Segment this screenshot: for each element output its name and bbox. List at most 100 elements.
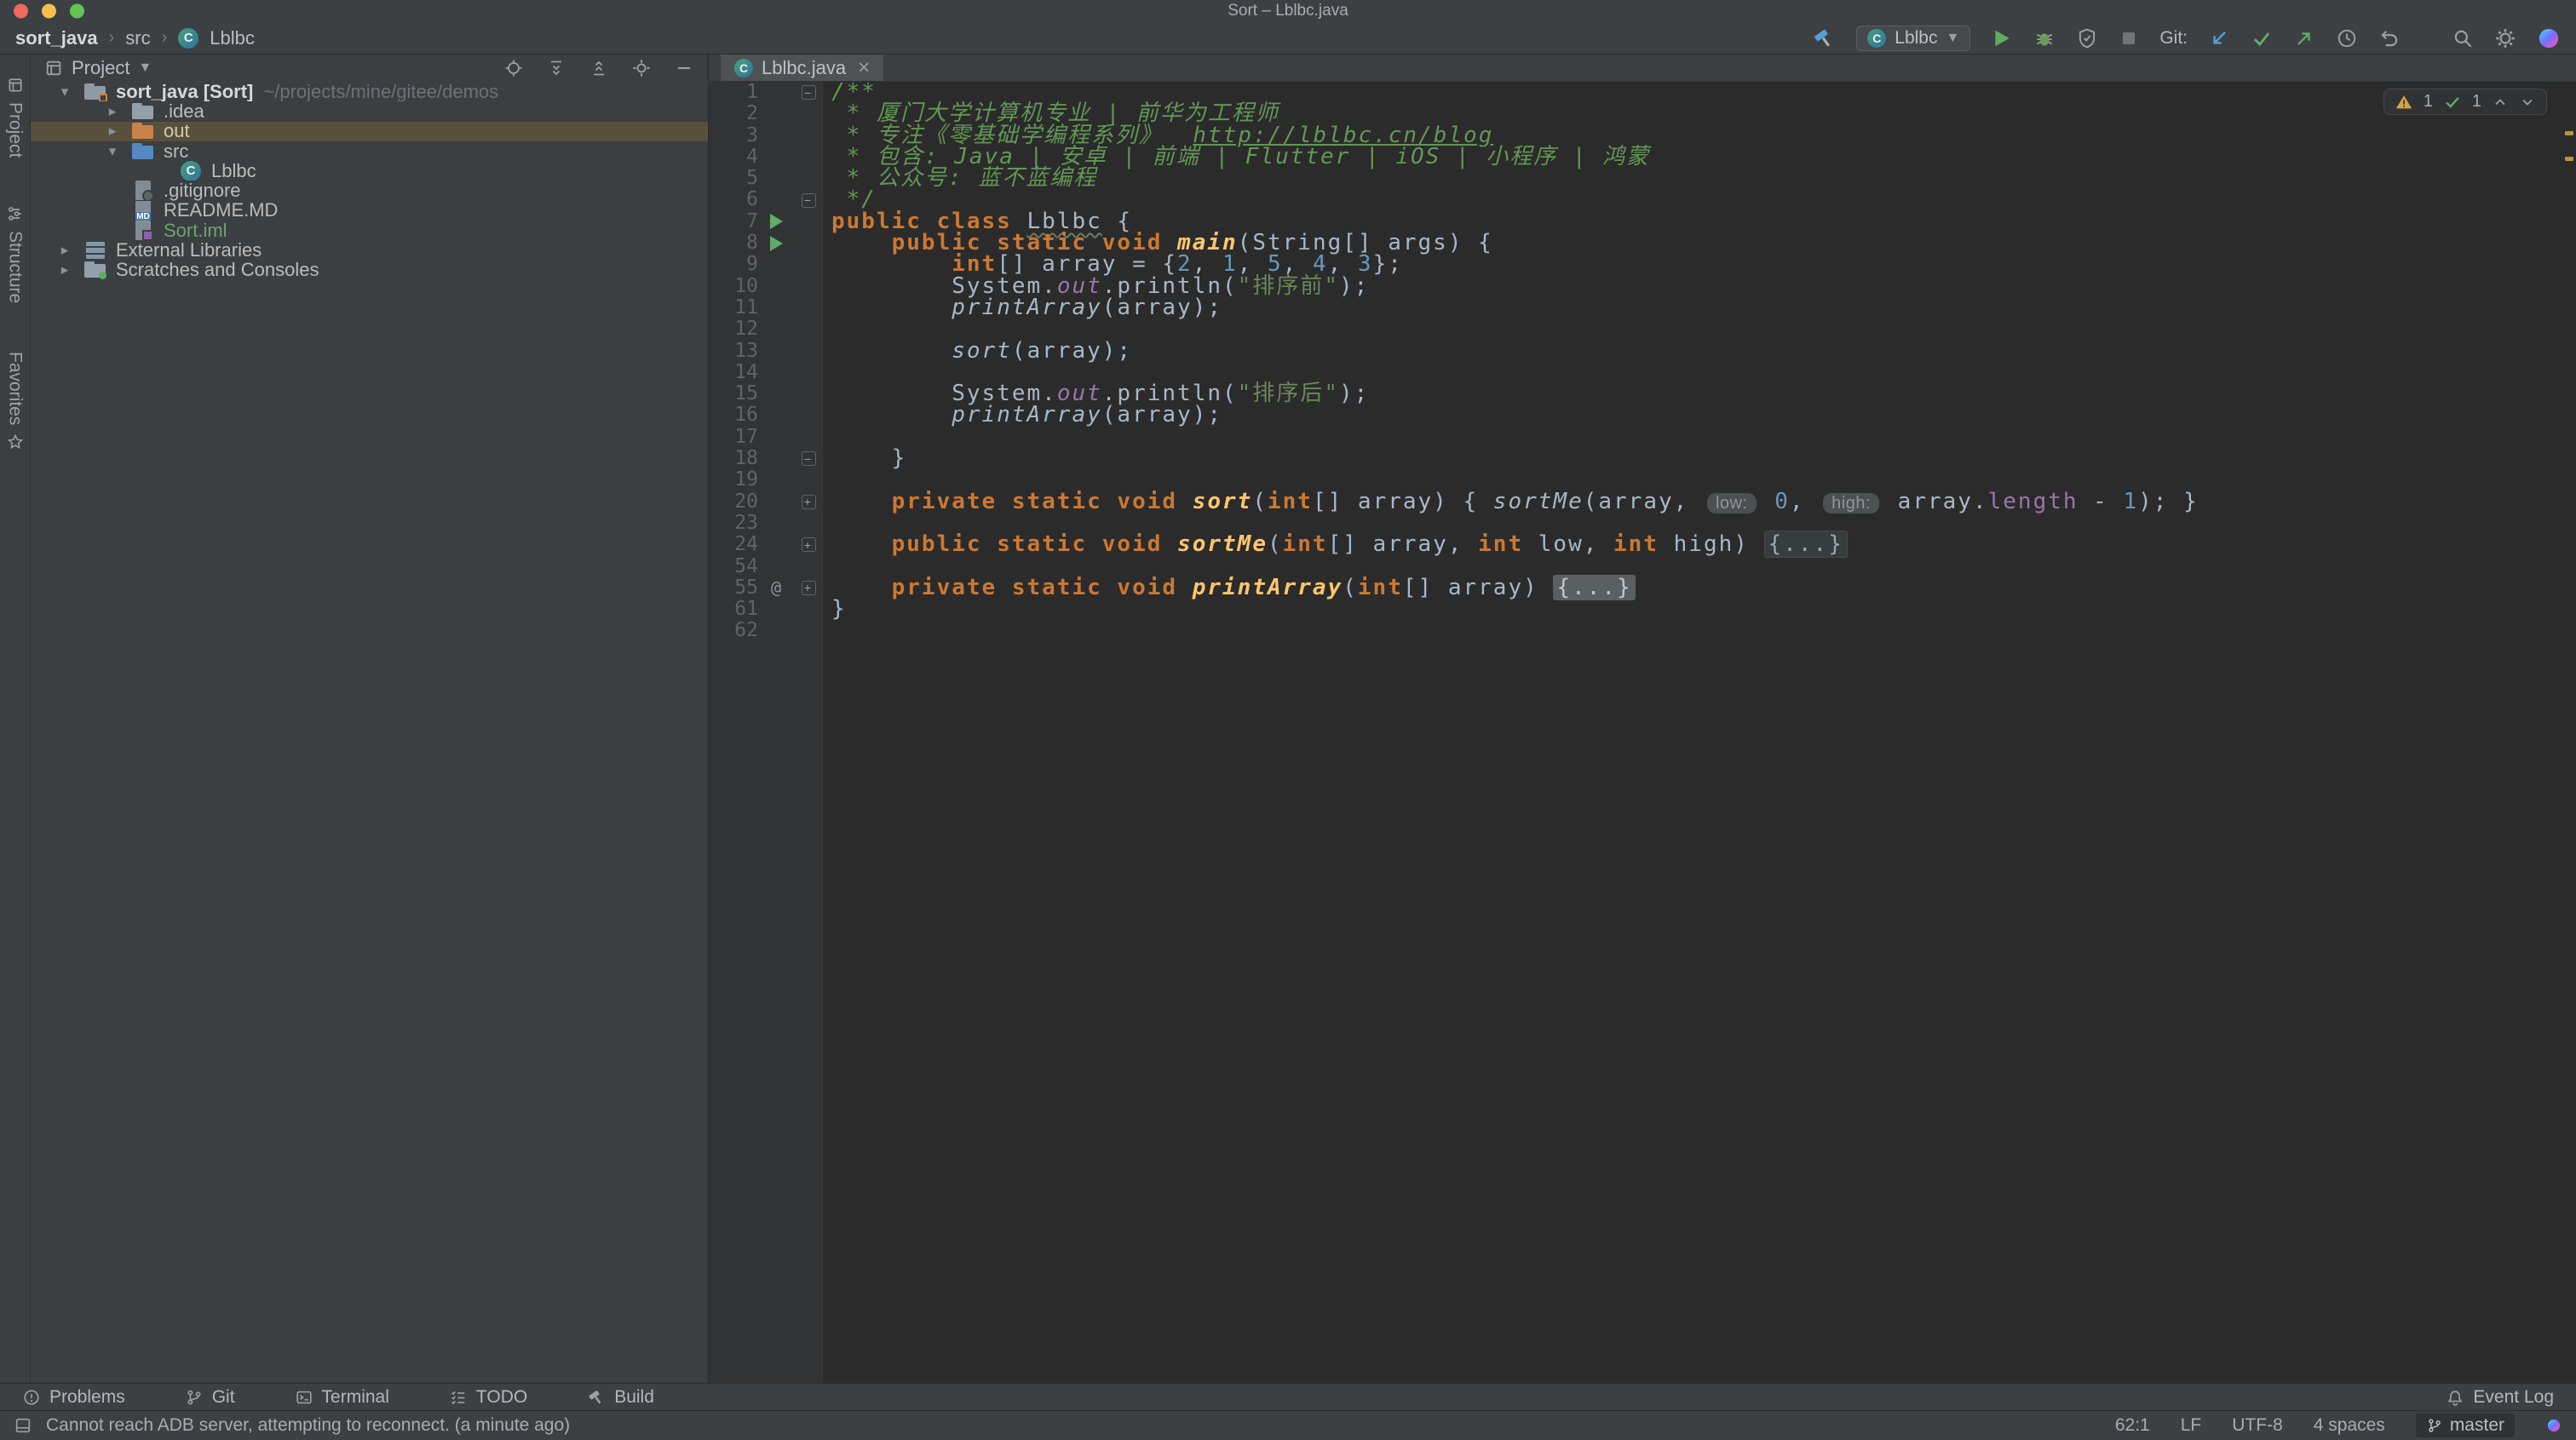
expand-all-icon[interactable] — [546, 58, 566, 78]
editor-tab-lblbc-java[interactable]: Lblbc.java × — [721, 55, 883, 81]
editor[interactable]: 1−/**2 * 厦门大学计算机专业 | 前华为工程师3 * 专注《零基础学编程… — [709, 82, 2576, 1383]
code-line-62[interactable]: 62 — [709, 620, 2576, 641]
fold-expand-icon[interactable]: + — [802, 581, 816, 595]
tree-item-readme-md[interactable]: README.MD — [31, 201, 708, 221]
git-branch-widget[interactable]: master — [2416, 1414, 2515, 1437]
tool-window-button-todo[interactable]: TODO — [449, 1387, 527, 1408]
error-stripe[interactable] — [2562, 82, 2576, 1383]
collapse-all-icon[interactable] — [589, 58, 609, 78]
tree-chevron-icon[interactable]: ▾ — [95, 143, 129, 160]
code-line-16[interactable]: 16 printArray(array); — [709, 404, 2576, 426]
vcs-push-icon[interactable] — [2293, 27, 2315, 49]
tree-chevron-icon[interactable]: ▸ — [95, 103, 129, 120]
git-branch-icon — [185, 1388, 204, 1407]
tree-chevron-icon[interactable]: ▸ — [48, 242, 82, 259]
run-line-icon[interactable] — [758, 211, 794, 232]
fold-marker-area — [794, 427, 823, 448]
inspections-widget[interactable]: 1 1 — [2383, 89, 2547, 115]
close-tab-icon[interactable]: × — [858, 58, 870, 78]
status-message[interactable]: Cannot reach ADB server, attempting to r… — [46, 1415, 570, 1436]
previous-problem-icon[interactable] — [2492, 94, 2509, 111]
tree-item-scratches-and-consoles[interactable]: ▸Scratches and Consoles — [31, 261, 708, 280]
settings-icon[interactable] — [2494, 27, 2516, 49]
run-line-icon[interactable] — [758, 232, 794, 254]
code-line-18[interactable]: 18− } — [709, 448, 2576, 469]
status-panel-icon[interactable] — [14, 1416, 32, 1435]
code-line-13[interactable]: 13 sort(array); — [709, 341, 2576, 362]
tree-chevron-icon[interactable]: ▾ — [48, 83, 82, 100]
code-line-24[interactable]: 24+ public static void sortMe(int[] arra… — [709, 534, 2576, 555]
tool-window-button-build[interactable]: Build — [587, 1387, 654, 1408]
coverage-icon[interactable] — [2076, 27, 2098, 49]
code-token: ( — [1343, 575, 1358, 600]
line-ending[interactable]: LF — [2181, 1415, 2202, 1436]
tree-item-out[interactable]: ▸out — [31, 122, 708, 141]
code-line-11[interactable]: 11 printArray(array); — [709, 297, 2576, 318]
tool-window-button-structure[interactable]: Structure — [5, 205, 26, 303]
vcs-update-icon[interactable] — [2208, 27, 2230, 49]
code-line-61[interactable]: 61} — [709, 599, 2576, 620]
line-number: 7 — [709, 211, 758, 232]
code-token: length — [1988, 489, 2079, 514]
warning-stripe-mark[interactable] — [2565, 157, 2573, 161]
vcs-commit-icon[interactable] — [2251, 27, 2273, 49]
passed-count: 1 — [2472, 92, 2481, 112]
code-line-17[interactable]: 17 — [709, 427, 2576, 448]
profile-icon[interactable] — [2537, 26, 2561, 50]
panel-settings-icon[interactable] — [631, 58, 652, 78]
fold-collapse-icon[interactable]: − — [802, 193, 816, 208]
tool-window-button-favorites[interactable]: Favorites — [5, 352, 26, 450]
chevron-down-icon[interactable]: ▼ — [138, 60, 152, 76]
debug-icon[interactable] — [2033, 27, 2056, 49]
gutter-annotation — [758, 491, 794, 513]
minimize-window-button[interactable] — [42, 4, 56, 19]
file-encoding[interactable]: UTF-8 — [2232, 1415, 2283, 1436]
run-configuration-select[interactable]: Lblbc ▼ — [1856, 26, 1970, 51]
hide-panel-icon[interactable] — [674, 58, 694, 78]
fold-collapse-icon[interactable]: − — [802, 451, 816, 466]
tree-item-gitignore[interactable]: .gitignore — [31, 181, 708, 200]
tree-chevron-icon[interactable]: ▸ — [95, 123, 129, 140]
locate-file-icon[interactable] — [503, 58, 524, 78]
tool-window-button-git[interactable]: Git — [185, 1387, 235, 1408]
fold-collapse-icon[interactable]: − — [802, 85, 816, 100]
breadcrumb-src[interactable]: src — [125, 27, 150, 49]
tool-window-button-project[interactable]: Project — [5, 77, 26, 158]
tree-item-src[interactable]: ▾src — [31, 141, 708, 161]
tool-window-button-terminal[interactable]: Terminal — [295, 1387, 389, 1408]
code-line-5[interactable]: 5 * 公众号: 蓝不蓝编程 — [709, 168, 2576, 189]
gutter-annotation — [758, 534, 794, 555]
tool-window-button-problems[interactable]: Problems — [22, 1387, 125, 1408]
tool-window-button-event-log[interactable]: Event Log — [2446, 1387, 2554, 1408]
tree-item-external-libraries[interactable]: ▸External Libraries — [31, 240, 708, 260]
warning-stripe-mark[interactable] — [2565, 131, 2573, 135]
tree-item-sort-iml[interactable]: Sort.iml — [31, 221, 708, 240]
close-window-button[interactable] — [14, 4, 28, 19]
tool-window-button-label: Structure — [5, 231, 26, 303]
tree-item-lblbc[interactable]: Lblbc — [31, 161, 708, 181]
fold-expand-icon[interactable]: + — [802, 537, 816, 552]
fold-marker-area — [794, 513, 823, 534]
breadcrumb-class[interactable]: Lblbc — [210, 27, 255, 49]
tree-item-sort-java-sort[interactable]: ▾sort_java [Sort]~/projects/mine/gitee/d… — [31, 82, 708, 101]
gutter-annotation — [758, 146, 794, 168]
tree-chevron-icon[interactable]: ▸ — [48, 261, 82, 278]
fold-expand-icon[interactable]: + — [802, 495, 816, 509]
notification-dot-icon[interactable] — [2545, 1417, 2562, 1434]
run-icon[interactable] — [1991, 27, 2013, 49]
history-icon[interactable] — [2336, 27, 2358, 49]
project-panel-title[interactable]: Project — [72, 57, 129, 79]
tree-item-idea[interactable]: ▸.idea — [31, 101, 708, 121]
build-hammer-icon[interactable] — [1812, 26, 1836, 50]
rollback-icon[interactable] — [2378, 27, 2401, 49]
breadcrumb-project[interactable]: sort_java — [15, 27, 98, 49]
zoom-window-button[interactable] — [70, 4, 84, 19]
search-icon[interactable] — [2452, 27, 2474, 49]
next-problem-icon[interactable] — [2519, 94, 2536, 111]
code-line-55[interactable]: 55@+ private static void printArray(int[… — [709, 577, 2576, 599]
indent-setting[interactable]: 4 spaces — [2314, 1415, 2385, 1436]
fold-marker-area — [794, 168, 823, 189]
code-line-20[interactable]: 20+ private static void sort(int[] array… — [709, 491, 2576, 513]
caret-position[interactable]: 62:1 — [2115, 1415, 2150, 1436]
gutter-annotation — [758, 168, 794, 189]
